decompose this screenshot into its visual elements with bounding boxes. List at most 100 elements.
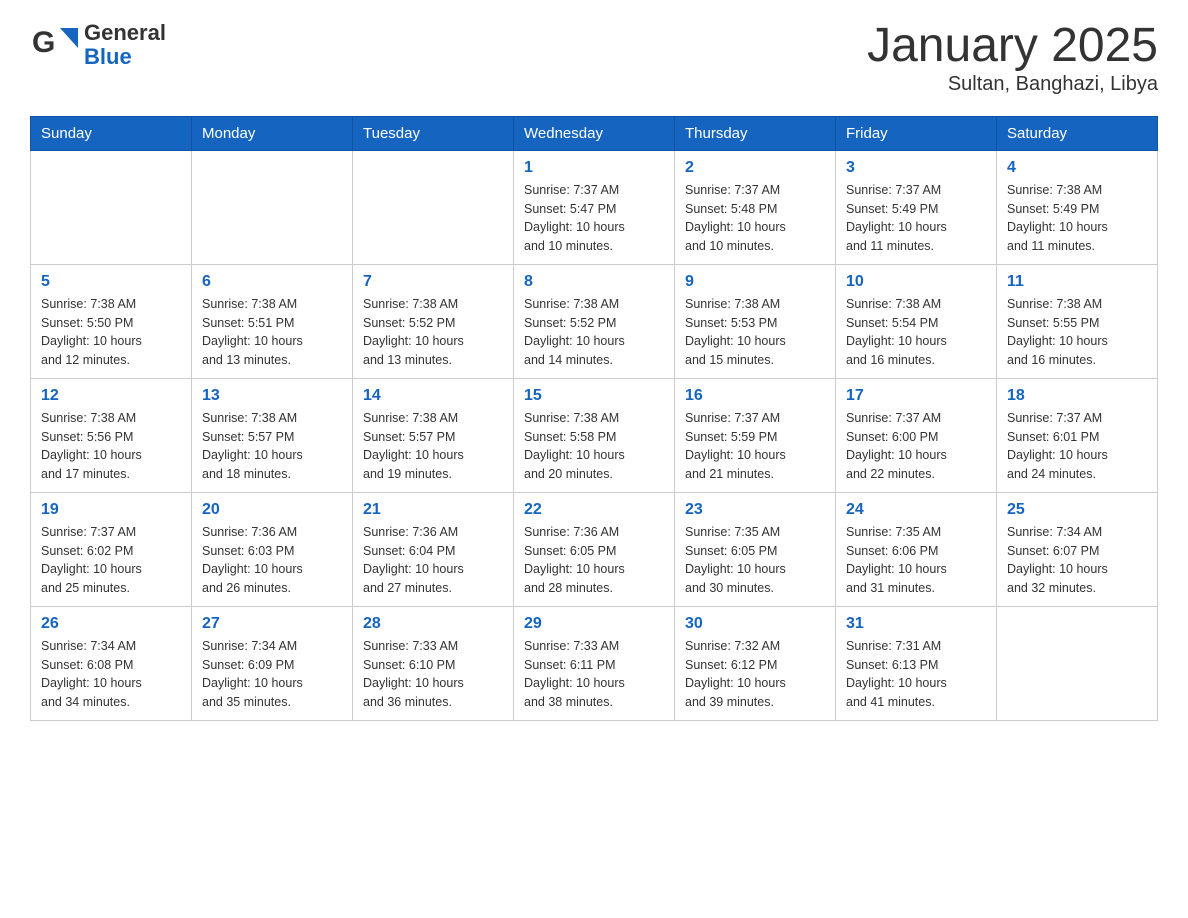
calendar-cell: 15 Sunrise: 7:38 AM Sunset: 5:58 PM Dayli… [514,378,675,492]
calendar-cell: 19Sunrise: 7:37 AM Sunset: 6:02 PM Dayli… [31,492,192,606]
calendar-cell: 11Sunrise: 7:38 AM Sunset: 5:55 PM Dayli… [997,264,1158,378]
day-number: 7 [363,273,503,291]
calendar-cell: 21 Sunrise: 7:36 AM Sunset: 6:04 PM Dayli… [353,492,514,606]
day-info: Sunrise: 7:36 AM Sunset: 6:03 PM Dayligh… [202,523,342,598]
calendar-cell: 1Sunrise: 7:37 AM Sunset: 5:47 PM Daylig… [514,150,675,264]
day-info: Sunrise: 7:36 AM Sunset: 6:04 PM Dayligh… [363,523,503,598]
calendar-cell: 31 Sunrise: 7:31 AM Sunset: 6:13 PM Dayli… [836,606,997,720]
calendar-cell: 2Sunrise: 7:37 AM Sunset: 5:48 PM Daylig… [675,150,836,264]
calendar-cell: 7 Sunrise: 7:38 AM Sunset: 5:52 PM Daylig… [353,264,514,378]
day-info: Sunrise: 7:36 AM Sunset: 6:05 PM Dayligh… [524,523,664,598]
day-info: Sunrise: 7:38 AM Sunset: 5:52 PM Dayligh… [524,295,664,370]
calendar-cell: 3Sunrise: 7:37 AM Sunset: 5:49 PM Daylig… [836,150,997,264]
day-number: 3 [846,159,986,177]
day-number: 30 [685,615,825,633]
day-info: Sunrise: 7:38 AM Sunset: 5:50 PM Dayligh… [41,295,181,370]
calendar-subtitle: Sultan, Banghazi, Libya [867,73,1158,96]
column-header-thursday: Thursday [675,116,836,150]
day-info: Sunrise: 7:38 AM Sunset: 5:49 PM Dayligh… [1007,181,1147,256]
day-number: 8 [524,273,664,291]
day-info: Sunrise: 7:38 AM Sunset: 5:56 PM Dayligh… [41,409,181,484]
calendar-cell: 22 Sunrise: 7:36 AM Sunset: 6:05 PM Dayli… [514,492,675,606]
week-row-1: 1Sunrise: 7:37 AM Sunset: 5:47 PM Daylig… [31,150,1158,264]
calendar-cell: 23 Sunrise: 7:35 AM Sunset: 6:05 PM Dayli… [675,492,836,606]
calendar-cell: 14 Sunrise: 7:38 AM Sunset: 5:57 PM Dayli… [353,378,514,492]
calendar-cell: 12 Sunrise: 7:38 AM Sunset: 5:56 PM Dayli… [31,378,192,492]
day-number: 4 [1007,159,1147,177]
calendar-cell: 20 Sunrise: 7:36 AM Sunset: 6:03 PM Dayli… [192,492,353,606]
day-number: 20 [202,501,342,519]
calendar-cell: 30 Sunrise: 7:32 AM Sunset: 6:12 PM Dayli… [675,606,836,720]
calendar-title: January 2025 [867,20,1158,73]
calendar-cell: 10Sunrise: 7:38 AM Sunset: 5:54 PM Dayli… [836,264,997,378]
day-info: Sunrise: 7:38 AM Sunset: 5:58 PM Dayligh… [524,409,664,484]
svg-text:G: G [32,26,55,59]
day-number: 15 [524,387,664,405]
day-number: 27 [202,615,342,633]
calendar-cell: 4 Sunrise: 7:38 AM Sunset: 5:49 PM Daylig… [997,150,1158,264]
calendar-cell: 25 Sunrise: 7:34 AM Sunset: 6:07 PM Dayli… [997,492,1158,606]
day-number: 14 [363,387,503,405]
column-header-sunday: Sunday [31,116,192,150]
calendar-cell: 29Sunrise: 7:33 AM Sunset: 6:11 PM Dayli… [514,606,675,720]
day-number: 28 [363,615,503,633]
calendar-cell: 6 Sunrise: 7:38 AM Sunset: 5:51 PM Daylig… [192,264,353,378]
day-number: 12 [41,387,181,405]
calendar-cell [192,150,353,264]
calendar-cell: 28 Sunrise: 7:33 AM Sunset: 6:10 PM Dayli… [353,606,514,720]
logo-general: General [84,21,166,45]
day-number: 26 [41,615,181,633]
day-number: 10 [846,273,986,291]
day-number: 16 [685,387,825,405]
calendar-cell: 9 Sunrise: 7:38 AM Sunset: 5:53 PM Daylig… [675,264,836,378]
calendar-cell: 8 Sunrise: 7:38 AM Sunset: 5:52 PM Daylig… [514,264,675,378]
day-info: Sunrise: 7:38 AM Sunset: 5:52 PM Dayligh… [363,295,503,370]
day-number: 31 [846,615,986,633]
day-number: 19 [41,501,181,519]
day-number: 22 [524,501,664,519]
calendar-cell [997,606,1158,720]
day-info: Sunrise: 7:38 AM Sunset: 5:53 PM Dayligh… [685,295,825,370]
day-number: 6 [202,273,342,291]
day-number: 24 [846,501,986,519]
calendar-table: SundayMondayTuesdayWednesdayThursdayFrid… [30,116,1158,721]
calendar-cell: 17Sunrise: 7:37 AM Sunset: 6:00 PM Dayli… [836,378,997,492]
day-number: 9 [685,273,825,291]
title-block: January 2025 Sultan, Banghazi, Libya [867,20,1158,96]
week-row-5: 26 Sunrise: 7:34 AM Sunset: 6:08 PM Dayli… [31,606,1158,720]
day-info: Sunrise: 7:38 AM Sunset: 5:57 PM Dayligh… [202,409,342,484]
day-number: 5 [41,273,181,291]
column-header-wednesday: Wednesday [514,116,675,150]
week-row-2: 5 Sunrise: 7:38 AM Sunset: 5:50 PM Daylig… [31,264,1158,378]
day-info: Sunrise: 7:32 AM Sunset: 6:12 PM Dayligh… [685,637,825,712]
day-info: Sunrise: 7:38 AM Sunset: 5:51 PM Dayligh… [202,295,342,370]
day-info: Sunrise: 7:31 AM Sunset: 6:13 PM Dayligh… [846,637,986,712]
day-info: Sunrise: 7:37 AM Sunset: 6:00 PM Dayligh… [846,409,986,484]
day-number: 29 [524,615,664,633]
day-info: Sunrise: 7:34 AM Sunset: 6:07 PM Dayligh… [1007,523,1147,598]
calendar-cell [353,150,514,264]
calendar-cell: 26 Sunrise: 7:34 AM Sunset: 6:08 PM Dayli… [31,606,192,720]
day-number: 25 [1007,501,1147,519]
column-header-tuesday: Tuesday [353,116,514,150]
column-header-saturday: Saturday [997,116,1158,150]
calendar-cell: 16Sunrise: 7:37 AM Sunset: 5:59 PM Dayli… [675,378,836,492]
page-header: G General Blue January 2025 Sultan, Bang… [30,20,1158,96]
column-header-friday: Friday [836,116,997,150]
day-info: Sunrise: 7:35 AM Sunset: 6:06 PM Dayligh… [846,523,986,598]
logo-icon: G [30,20,80,70]
day-number: 11 [1007,273,1147,291]
day-number: 21 [363,501,503,519]
calendar-cell: 13Sunrise: 7:38 AM Sunset: 5:57 PM Dayli… [192,378,353,492]
calendar-cell [31,150,192,264]
day-info: Sunrise: 7:34 AM Sunset: 6:08 PM Dayligh… [41,637,181,712]
day-number: 1 [524,159,664,177]
day-info: Sunrise: 7:33 AM Sunset: 6:10 PM Dayligh… [363,637,503,712]
day-info: Sunrise: 7:38 AM Sunset: 5:57 PM Dayligh… [363,409,503,484]
day-info: Sunrise: 7:35 AM Sunset: 6:05 PM Dayligh… [685,523,825,598]
day-number: 23 [685,501,825,519]
calendar-header-row: SundayMondayTuesdayWednesdayThursdayFrid… [31,116,1158,150]
day-info: Sunrise: 7:34 AM Sunset: 6:09 PM Dayligh… [202,637,342,712]
calendar-cell: 24 Sunrise: 7:35 AM Sunset: 6:06 PM Dayli… [836,492,997,606]
calendar-cell: 5 Sunrise: 7:38 AM Sunset: 5:50 PM Daylig… [31,264,192,378]
